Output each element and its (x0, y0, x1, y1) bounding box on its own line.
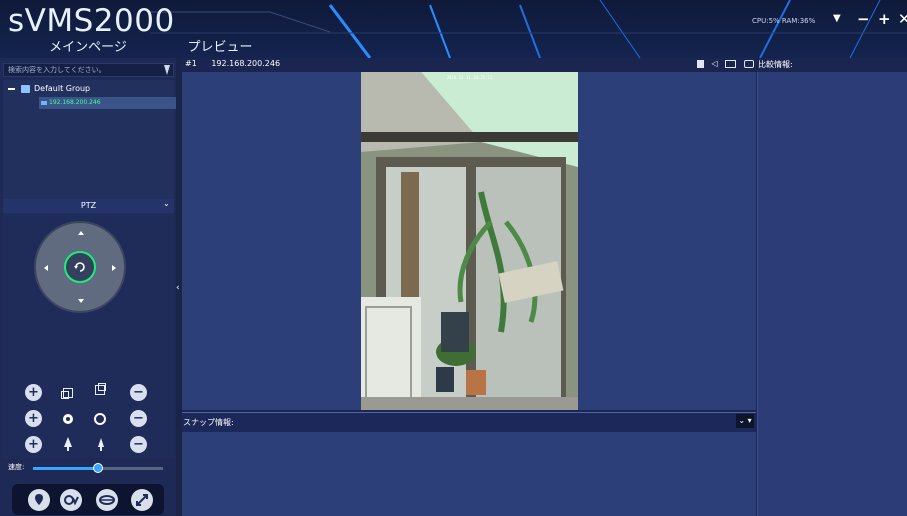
device-search-input[interactable]: 検索内容を入力してください。 (3, 63, 174, 77)
collapse-left-arrow-icon[interactable]: ‹ (176, 283, 180, 293)
expand-button[interactable] (131, 489, 153, 511)
camera-icon (41, 101, 47, 105)
zoom-out-button[interactable]: − (130, 384, 147, 401)
speed-slider-fill (33, 467, 98, 470)
track-button[interactable] (96, 489, 118, 511)
maximize-button[interactable]: + (878, 10, 891, 28)
channel-ip: 192.168.200.246 (211, 59, 281, 68)
iris-small-icon[interactable] (97, 438, 105, 451)
snapshot-info-header (182, 412, 756, 432)
focus-far-icon[interactable] (94, 413, 106, 425)
arrow-left-icon[interactable] (44, 265, 48, 271)
search-icon[interactable] (163, 64, 171, 76)
preset-location-button[interactable] (28, 489, 50, 511)
collapse-minus-icon[interactable] (8, 87, 15, 90)
focus-far-button[interactable]: − (130, 410, 147, 427)
tree-device-label: 192.168.200.246 (49, 99, 101, 106)
speed-label: 速度: (8, 463, 25, 471)
zoom-wide-icon[interactable] (61, 388, 73, 399)
close-app-button[interactable]: ✕ (898, 10, 907, 28)
iris-open-button[interactable]: + (25, 436, 42, 453)
iris-large-icon[interactable] (63, 437, 73, 451)
eye-icon (99, 495, 115, 505)
camera-scene-image (361, 72, 578, 410)
chevron-down-icon[interactable]: ⌄ (163, 199, 170, 208)
app-logo-text: sVMS2000 (8, 3, 175, 39)
arrow-down-icon[interactable] (78, 299, 84, 303)
snapshot-panel-toggle[interactable]: ⌄ ▾ (736, 414, 754, 428)
focus-near-icon[interactable] (63, 414, 73, 424)
expand-icon (136, 494, 148, 506)
location-pin-icon (35, 494, 43, 505)
tree-device-item[interactable]: 192.168.200.246 (39, 97, 177, 109)
ptz-direction-pad[interactable] (34, 221, 126, 313)
nav-tab-preview[interactable]: プレビュー (176, 38, 264, 58)
arrow-up-icon[interactable] (78, 231, 84, 235)
speed-slider-handle[interactable] (93, 463, 103, 473)
ptz-panel-header: PTZ (3, 199, 174, 213)
tree-root-group[interactable]: Default Group (8, 84, 90, 93)
camera-live-frame: 2016 12 11 10:25:51 (361, 72, 578, 410)
nav-tab-main-page[interactable]: メインページ (0, 38, 176, 58)
zoom-in-button[interactable]: + (25, 384, 42, 401)
cruise-icon (64, 495, 79, 506)
app-header: sVMS2000 メインページ プレビュー CPU:5% RAM:36% ▼ −… (0, 0, 907, 58)
arrow-right-icon[interactable] (112, 265, 116, 271)
rotate-icon (74, 262, 85, 272)
snapshot-info-area (182, 432, 756, 516)
video-timestamp: 2016 12 11 10:25:51 (446, 75, 493, 80)
compare-info-area (757, 72, 907, 516)
video-channel-title: #1 192.168.200.246 (185, 59, 280, 68)
record-icon[interactable] (697, 59, 704, 68)
tree-root-label: Default Group (34, 84, 91, 93)
zoom-tele-icon[interactable] (95, 383, 106, 395)
focus-near-button[interactable]: + (25, 410, 42, 427)
minimize-button[interactable]: − (857, 10, 870, 28)
folder-icon (21, 84, 30, 93)
cruise-button[interactable] (60, 489, 82, 511)
system-usage: CPU:5% RAM:36% (752, 17, 816, 25)
snapshot-info-label: スナップ情報: (183, 418, 234, 427)
ptz-auto-rotate-button[interactable] (64, 251, 96, 283)
audio-icon[interactable]: ◁ (712, 59, 718, 68)
dropdown-menu-icon[interactable]: ▼ (833, 13, 841, 24)
iris-close-button[interactable]: − (130, 436, 147, 453)
compare-info-label: 比較情報: (758, 60, 793, 69)
snapshot-icon[interactable] (743, 59, 754, 68)
channel-number: #1 (185, 59, 197, 68)
talk-icon[interactable] (725, 59, 737, 68)
